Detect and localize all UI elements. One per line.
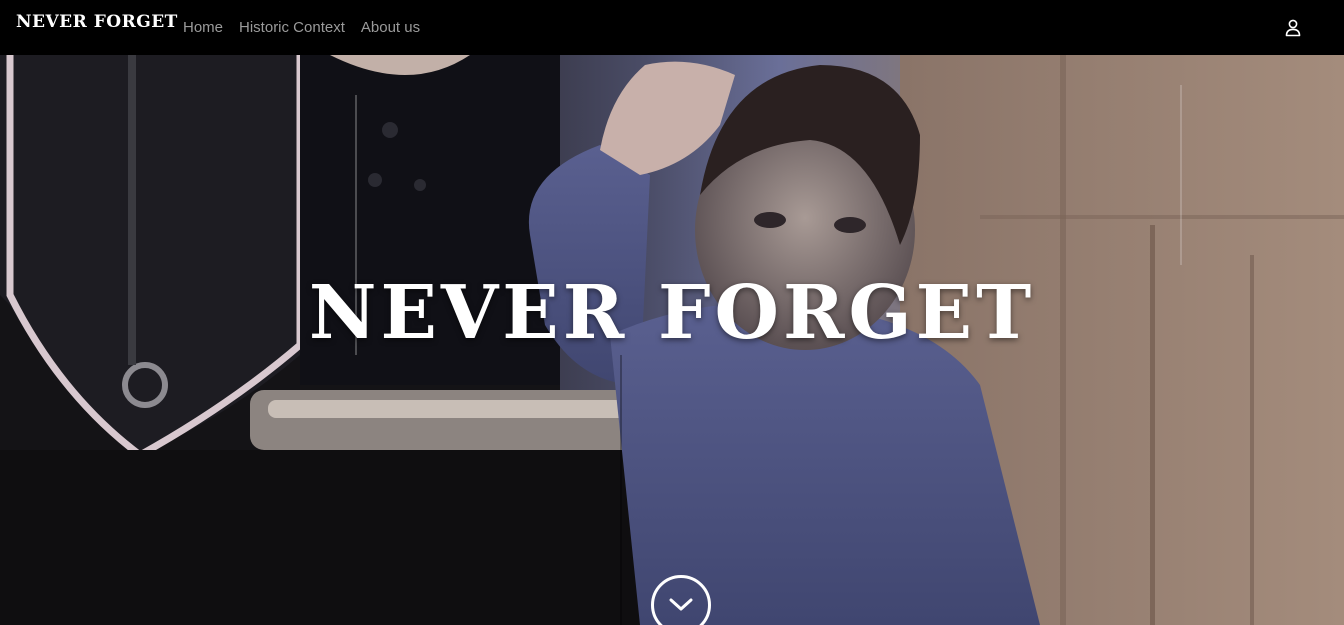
user-icon [1285,19,1301,37]
chevron-down-icon [669,598,693,611]
nav-link-about-us[interactable]: About us [361,19,420,36]
navbar: NEVER FORGET Home Historic Context About… [0,0,1344,55]
nav-link-home[interactable]: Home [183,19,223,36]
user-account-button[interactable] [1282,17,1304,39]
hero-banner: NEVER FORGET [0,55,1344,625]
nav-link-historic-context[interactable]: Historic Context [239,19,345,36]
nav-links: Home Historic Context About us [183,0,436,55]
hero-title: NEVER FORGET [308,270,1036,356]
brand-logo[interactable]: NEVER FORGET [16,12,178,32]
